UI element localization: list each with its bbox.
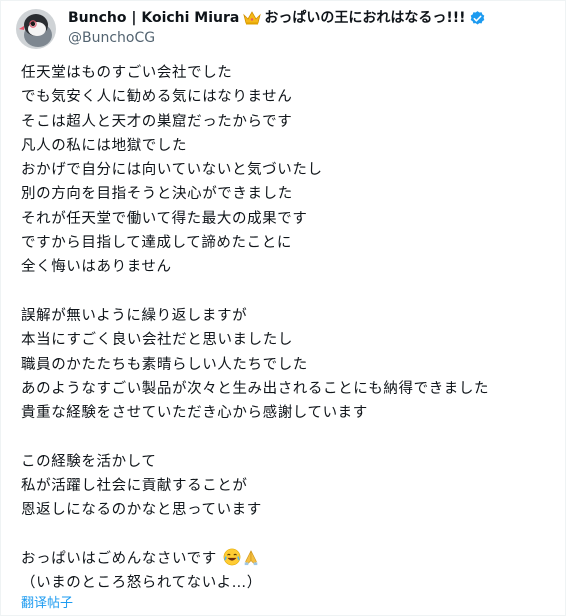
text-line: それが任天堂で働いて得た最大の成果です bbox=[21, 210, 308, 227]
paragraph-2: 誤解が無いように繰り返しますが 本当にすごく良い会社だと思いましたし 職員のかた… bbox=[21, 304, 565, 425]
text-line: 別の方向を目指そうと決心ができました bbox=[21, 186, 293, 203]
text-line: でも気安く人に勧める気にはなりません bbox=[21, 89, 293, 106]
display-name-suffix: おっぱいの王におれはなるっ!!! bbox=[264, 10, 466, 26]
text-line: おかげで自分には向いていないと気づいたし bbox=[21, 162, 323, 179]
display-name-prefix: Buncho | Koichi Miura bbox=[68, 10, 240, 26]
text-line: 恩返しになるのかなと思っています bbox=[21, 502, 262, 519]
text-line: 誤解が無いように繰り返しますが bbox=[21, 307, 248, 324]
post-card: Buncho | Koichi Miura おっぱいの王におれはなるっ!!! @… bbox=[0, 0, 566, 616]
closing-line: おっぱいはごめんなさいです bbox=[21, 547, 565, 571]
post-text: 任天堂はものすごい会社でした でも気安く人に勧める気にはなりません そこは超人と… bbox=[21, 61, 565, 596]
text-line: 本当にすごく良い会社だと思いましたし bbox=[21, 332, 293, 349]
paragraph-1: 任天堂はものすごい会社でした でも気安く人に勧める気にはなりません そこは超人と… bbox=[21, 61, 565, 280]
text-line: 貴重な経験をさせていただき心から感謝しています bbox=[21, 405, 368, 422]
closing-text: おっぱいはごめんなさいです bbox=[21, 550, 217, 567]
author-names: Buncho | Koichi Miura おっぱいの王におれはなるっ!!! @… bbox=[68, 9, 486, 47]
text-line: そこは超人と天才の巣窟だったからです bbox=[21, 113, 293, 130]
verified-badge-icon bbox=[469, 10, 486, 27]
text-line: 全く悔いはありません bbox=[21, 259, 172, 276]
text-line: 凡人の私には地獄でした bbox=[21, 137, 188, 154]
text-line: あのようなすごい製品が次々と生み出されることにも納得できました bbox=[21, 380, 490, 397]
display-name[interactable]: Buncho | Koichi Miura おっぱいの王におれはなるっ!!! bbox=[68, 9, 486, 27]
text-line: 職員のかたたちも素晴らしい人たちでした bbox=[21, 356, 308, 373]
avatar[interactable] bbox=[16, 9, 56, 49]
crown-icon bbox=[243, 11, 262, 25]
text-line: 私が活躍し社会に貢献することが bbox=[21, 478, 248, 495]
post-header: Buncho | Koichi Miura おっぱいの王におれはなるっ!!! @… bbox=[16, 9, 486, 49]
author-handle[interactable]: @BunchoCG bbox=[68, 29, 486, 47]
text-line: ですから目指して達成して諦めたことに bbox=[21, 235, 292, 252]
translate-post-link[interactable]: 翻译帖子 bbox=[21, 592, 73, 611]
text-line: この経験を活かして bbox=[21, 453, 157, 470]
final-line: （いまのところ怒られてないよ…） bbox=[21, 575, 262, 592]
paragraph-3: この経験を活かして 私が活躍し社会に貢献することが 恩返しになるのかなと思ってい… bbox=[21, 450, 565, 523]
text-line: 任天堂はものすごい会社でした bbox=[21, 65, 233, 81]
